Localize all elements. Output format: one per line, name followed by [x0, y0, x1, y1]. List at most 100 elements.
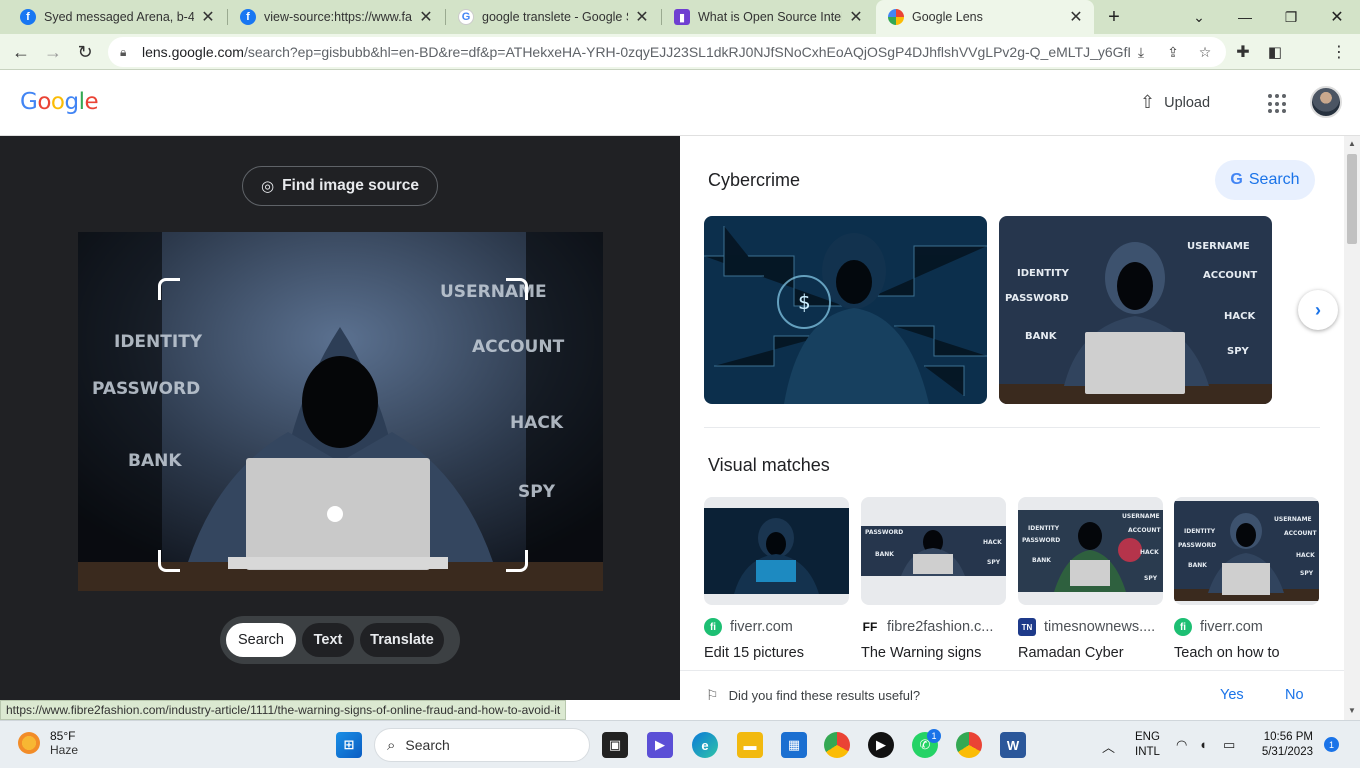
image-word-hack: HACK — [510, 413, 564, 433]
close-icon[interactable]: ✕ — [200, 7, 216, 27]
image-search-icon: ◎ — [260, 178, 275, 195]
tab-google-translete[interactable]: G google translete - Google Se ✕ — [446, 0, 660, 34]
address-bar[interactable]: 🔒︎ lens.google.com/search?ep=gisbubb&hl=… — [108, 37, 1226, 67]
edge-icon[interactable]: e — [692, 732, 718, 758]
scrollbar-thumb[interactable] — [1347, 154, 1357, 244]
chrome-profile-icon[interactable] — [956, 732, 982, 758]
tab-facebook-messages[interactable]: f Syed messaged Arena, b-43 · ✕ — [8, 0, 226, 34]
visual-match-source: fiverr.com — [1200, 619, 1263, 635]
media-player-icon[interactable]: ▶ — [868, 732, 894, 758]
notification-badge[interactable]: 1 — [1324, 737, 1339, 752]
tab-google-lens[interactable]: Google Lens ✕ — [876, 0, 1094, 34]
svg-text:$: $ — [798, 290, 811, 314]
weather-widget[interactable]: 85°F Haze — [18, 729, 78, 757]
google-logo[interactable]: Google — [20, 89, 99, 115]
selection-dot[interactable] — [327, 506, 343, 522]
svg-text:USERNAME: USERNAME — [1187, 241, 1250, 252]
lang-line1: ENG — [1135, 731, 1160, 743]
visual-match-title: Teach on how to — [1174, 645, 1280, 661]
forward-button[interactable]: → — [40, 39, 66, 65]
google-icon: G — [1230, 171, 1243, 188]
results-scrollbar[interactable]: ▲ ▼ — [1344, 136, 1360, 720]
svg-text:ACCOUNT: ACCOUNT — [1128, 527, 1161, 534]
svg-text:SPY: SPY — [1144, 575, 1158, 582]
wifi-icon[interactable]: ◠ — [1176, 737, 1187, 753]
svg-text:USERNAME: USERNAME — [1274, 516, 1312, 523]
svg-text:BANK: BANK — [1032, 557, 1051, 564]
feedback-question: Did you find these results useful? — [728, 688, 921, 703]
visual-match-card[interactable]: fi fiverr.com Edit 15 pictures — [704, 497, 849, 665]
google-header: Google ⇧ Upload — [0, 70, 1360, 136]
weather-temp: 85°F — [50, 729, 76, 743]
close-icon[interactable]: ✕ — [634, 7, 650, 27]
close-icon[interactable]: ✕ — [418, 7, 434, 27]
upload-button[interactable]: ⇧ Upload — [1140, 92, 1210, 113]
visual-matches-title: Visual matches — [708, 455, 830, 475]
close-window-button[interactable]: ✕ — [1314, 0, 1360, 34]
svg-text:BANK: BANK — [1188, 562, 1207, 569]
new-tab-button[interactable]: + — [1102, 5, 1126, 29]
word-icon[interactable]: W — [1000, 732, 1026, 758]
windows-start-icon[interactable]: ⊞ — [336, 732, 362, 758]
upload-label: Upload — [1164, 94, 1211, 111]
status-bar-url: https://www.fibre2fashion.com/industry-a… — [0, 700, 567, 720]
visual-match-card[interactable]: PASSWORD BANK HACK SPY FF fibre2fashion.c...… — [861, 497, 1006, 665]
lens-mode-switcher: Search Text Translate — [220, 616, 460, 664]
reload-button[interactable]: ↻ — [72, 39, 98, 65]
chevron-up-icon[interactable]: ︿ — [1102, 737, 1115, 756]
query-image[interactable]: IDENTITY PASSWORD BANK USERNAME ACCOUNT … — [78, 232, 603, 591]
osint-icon: ▮ — [674, 9, 690, 25]
topic-image-card[interactable]: IDENTITY PASSWORD BANK USERNAME ACCOUNT HACK… — [999, 216, 1272, 404]
browser-menu-icon[interactable]: ⋮ — [1326, 39, 1352, 65]
close-icon[interactable]: ✕ — [848, 7, 864, 27]
tab-title: Syed messaged Arena, b-43 · — [44, 10, 194, 24]
tab-osint[interactable]: ▮ What is Open Source Intellig ✕ — [662, 0, 874, 34]
file-explorer-icon[interactable]: ▬ — [737, 732, 763, 758]
tab-search-button[interactable]: ⌄ — [1176, 0, 1222, 34]
google-apps-icon[interactable] — [1268, 94, 1288, 114]
mode-text-button[interactable]: Text — [302, 623, 354, 657]
close-icon[interactable]: ✕ — [1068, 7, 1084, 27]
volume-icon[interactable]: ◖ — [1199, 737, 1207, 752]
svg-text:ACCOUNT: ACCOUNT — [1284, 530, 1317, 537]
mode-search-button[interactable]: Search — [226, 623, 296, 657]
extensions-icon[interactable]: ✚ — [1230, 39, 1256, 65]
account-avatar[interactable] — [1310, 86, 1342, 118]
chrome-icon[interactable] — [824, 732, 850, 758]
facebook-icon: f — [20, 9, 36, 25]
next-arrow-button[interactable]: › — [1298, 290, 1338, 330]
feedback-no-button[interactable]: No — [1285, 687, 1304, 703]
side-panel-icon[interactable]: ◧ — [1262, 39, 1288, 65]
topic-image-card[interactable]: $ — [704, 216, 987, 404]
tab-view-source[interactable]: f view-source:https://www.face ✕ — [228, 0, 444, 34]
chat-icon[interactable]: ▶ — [647, 732, 673, 758]
feedback-bar: ⚐ Did you find these results useful? Yes… — [680, 670, 1344, 720]
microsoft-store-icon[interactable]: ▦ — [781, 732, 807, 758]
clock[interactable]: 10:56 PM 5/31/2023 — [1250, 730, 1313, 760]
visual-match-thumbnail — [704, 497, 849, 605]
svg-text:PASSWORD: PASSWORD — [1022, 537, 1060, 544]
svg-text:BANK: BANK — [1025, 331, 1058, 342]
task-view-icon[interactable]: ▣ — [602, 732, 628, 758]
battery-icon[interactable]: ▭ — [1223, 737, 1235, 753]
scroll-down-icon[interactable]: ▼ — [1348, 706, 1356, 715]
scroll-up-icon[interactable]: ▲ — [1348, 139, 1356, 148]
restore-button[interactable]: ❐ — [1268, 0, 1314, 34]
visual-match-card[interactable]: IDENTITY PASSWORD BANK USERNAME ACCOUNT HACK S… — [1018, 497, 1163, 665]
url-path: /search?ep=gisbubb&hl=en-BD&re=df&p=ATHe… — [243, 44, 1130, 60]
mode-translate-button[interactable]: Translate — [360, 623, 444, 657]
find-image-source-button[interactable]: ◎ Find image source — [242, 166, 438, 206]
svg-text:PASSWORD: PASSWORD — [1005, 293, 1069, 304]
facebook-icon: f — [240, 9, 256, 25]
clock-date: 5/31/2023 — [1261, 746, 1313, 758]
taskbar-search[interactable]: ⌕ Search — [374, 728, 590, 762]
bookmark-star-icon[interactable]: ☆ — [1194, 41, 1216, 63]
download-icon[interactable]: ⤓ — [1130, 41, 1152, 63]
search-topic-button[interactable]: G Search — [1215, 160, 1315, 200]
input-language[interactable]: ENG INTL — [1135, 730, 1160, 760]
feedback-yes-button[interactable]: Yes — [1220, 687, 1244, 703]
share-icon[interactable]: ⇪ — [1162, 41, 1184, 63]
visual-match-card[interactable]: IDENTITY PASSWORD BANK USERNAME ACCOUNT HACK S… — [1174, 497, 1319, 665]
minimize-button[interactable]: — — [1222, 0, 1268, 34]
back-button[interactable]: ← — [8, 39, 34, 65]
